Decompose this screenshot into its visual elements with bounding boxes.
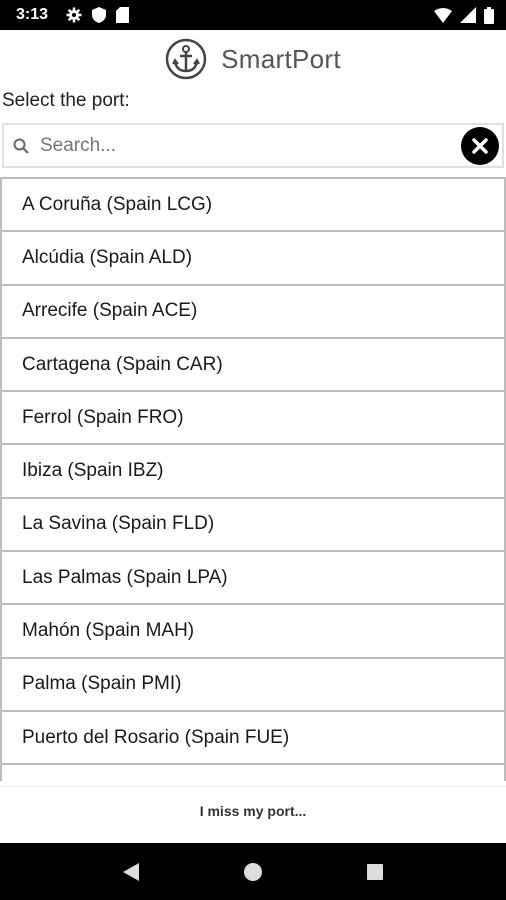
port-list: A Coruña (Spain LCG) Alcúdia (Spain ALD)… — [0, 177, 506, 781]
close-icon — [472, 137, 488, 154]
search-box — [2, 123, 504, 168]
gear-icon — [66, 7, 82, 23]
list-item[interactable]: Arrecife (Spain ACE) — [2, 286, 504, 339]
list-item[interactable]: Alcúdia (Spain ALD) — [2, 232, 504, 286]
battery-icon — [484, 6, 494, 24]
port-prompt-label: Select the port: — [2, 90, 130, 111]
back-triangle-icon — [123, 862, 139, 881]
list-item[interactable]: Mahón (Spain MAH) — [2, 605, 504, 659]
search-input[interactable] — [36, 134, 461, 157]
search-icon — [6, 138, 36, 154]
list-item[interactable]: A Coruña (Spain LCG) — [2, 179, 504, 233]
anchor-icon — [165, 38, 207, 80]
signal-icon — [460, 7, 476, 23]
sd-card-icon — [116, 7, 130, 23]
list-item[interactable]: Cartagena (Spain CAR) — [2, 339, 504, 393]
home-button[interactable] — [233, 852, 273, 892]
wifi-icon — [434, 7, 452, 23]
app-header: SmartPort — [0, 30, 506, 88]
miss-port-button[interactable]: I miss my port... — [0, 786, 506, 834]
list-item[interactable]: Palma (Spain PMI) — [2, 659, 504, 712]
clear-search-button[interactable] — [461, 126, 499, 165]
status-bar: 3:13 — [0, 0, 506, 30]
list-item[interactable]: Ibiza (Spain IBZ) — [2, 445, 504, 499]
recents-button[interactable] — [355, 852, 395, 892]
list-item[interactable]: Las Palmas (Spain LPA) — [2, 552, 504, 606]
back-button[interactable] — [111, 852, 151, 892]
app-title: SmartPort — [221, 43, 341, 74]
navigation-bar — [0, 843, 506, 900]
list-item[interactable]: Puerto del Rosario (Spain FUE) — [2, 712, 504, 766]
list-item[interactable]: Ferrol (Spain FRO) — [2, 392, 504, 446]
status-time: 3:13 — [16, 6, 49, 23]
list-item[interactable] — [2, 765, 504, 781]
home-circle-icon — [244, 862, 262, 881]
list-item[interactable]: La Savina (Spain FLD) — [2, 499, 504, 553]
shield-icon — [92, 7, 107, 23]
recents-square-icon — [367, 863, 383, 880]
